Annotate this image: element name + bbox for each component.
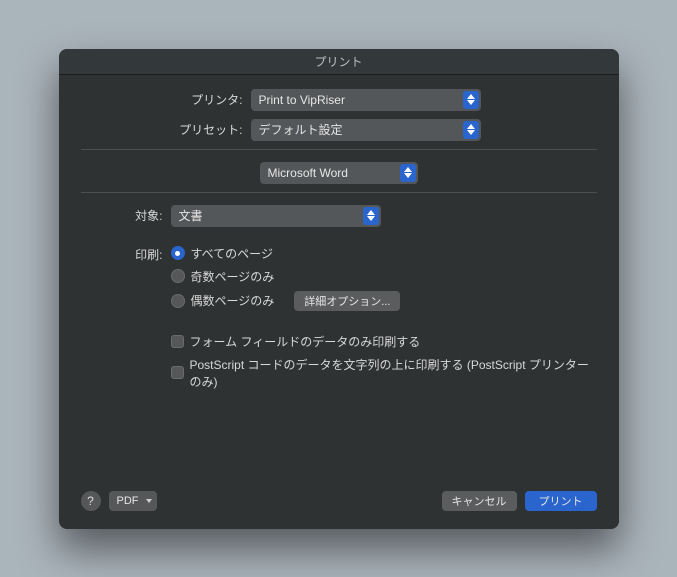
updown-icon (365, 205, 377, 227)
pdf-label: PDF (117, 495, 139, 507)
dialog-content: プリンタ: Print to VipRiser プリセット: デフォルト設定 (59, 75, 619, 479)
check-forms-only[interactable]: フォーム フィールドのデータのみ印刷する (171, 333, 597, 350)
print-scope-label: 印刷: (81, 245, 171, 263)
check-postscript-label: PostScript コードのデータを文字列の上に印刷する (PostScrip… (190, 356, 597, 390)
pdf-menu[interactable]: PDF (109, 491, 157, 511)
updown-icon (465, 89, 477, 111)
app-section-row: Microsoft Word (81, 162, 597, 184)
detail-options-button[interactable]: 詳細オプション... (294, 291, 400, 311)
updown-icon (402, 162, 414, 184)
target-select[interactable]: 文書 (171, 205, 381, 227)
radio-icon (171, 246, 185, 260)
app-section-value: Microsoft Word (268, 166, 348, 180)
printer-label: プリンタ: (81, 91, 251, 108)
preset-row: プリセット: デフォルト設定 (81, 119, 597, 141)
separator (81, 192, 597, 193)
checkbox-icon (171, 335, 184, 348)
cancel-button[interactable]: キャンセル (442, 491, 517, 511)
radio-icon (171, 269, 185, 283)
radio-even-pages[interactable]: 偶数ページのみ 詳細オプション... (171, 291, 401, 311)
print-dialog: プリント プリンタ: Print to VipRiser プリセット: デフォル… (59, 49, 619, 529)
preset-select[interactable]: デフォルト設定 (251, 119, 481, 141)
separator (81, 149, 597, 150)
help-icon: ? (87, 494, 94, 508)
preset-value: デフォルト設定 (259, 121, 343, 138)
app-section-select[interactable]: Microsoft Word (260, 162, 418, 184)
titlebar: プリント (59, 49, 619, 75)
radio-all-pages[interactable]: すべてのページ (171, 245, 401, 262)
print-scope-row: 印刷: すべてのページ 奇数ページのみ 偶数ページのみ 詳細オプション... (81, 245, 597, 311)
help-button[interactable]: ? (81, 491, 101, 511)
target-row: 対象: 文書 (81, 205, 597, 227)
dialog-footer: ? PDF キャンセル プリント (59, 479, 619, 529)
radio-all-label: すべてのページ (191, 245, 273, 262)
printer-select[interactable]: Print to VipRiser (251, 89, 481, 111)
window-title: プリント (314, 53, 362, 70)
preset-label: プリセット: (81, 121, 251, 138)
extra-checks: フォーム フィールドのデータのみ印刷する PostScript コードのデータを… (171, 333, 597, 390)
radio-odd-pages[interactable]: 奇数ページのみ (171, 268, 401, 285)
print-button[interactable]: プリント (525, 491, 597, 511)
checkbox-icon (171, 366, 184, 379)
check-postscript[interactable]: PostScript コードのデータを文字列の上に印刷する (PostScrip… (171, 356, 597, 390)
target-label: 対象: (81, 207, 171, 224)
print-scope-options: すべてのページ 奇数ページのみ 偶数ページのみ 詳細オプション... (171, 245, 401, 311)
radio-odd-label: 奇数ページのみ (191, 268, 275, 285)
target-value: 文書 (179, 207, 203, 224)
printer-value: Print to VipRiser (259, 93, 345, 107)
check-forms-only-label: フォーム フィールドのデータのみ印刷する (190, 333, 421, 350)
printer-row: プリンタ: Print to VipRiser (81, 89, 597, 111)
updown-icon (465, 119, 477, 141)
radio-even-label: 偶数ページのみ (191, 292, 275, 309)
radio-icon (171, 294, 185, 308)
